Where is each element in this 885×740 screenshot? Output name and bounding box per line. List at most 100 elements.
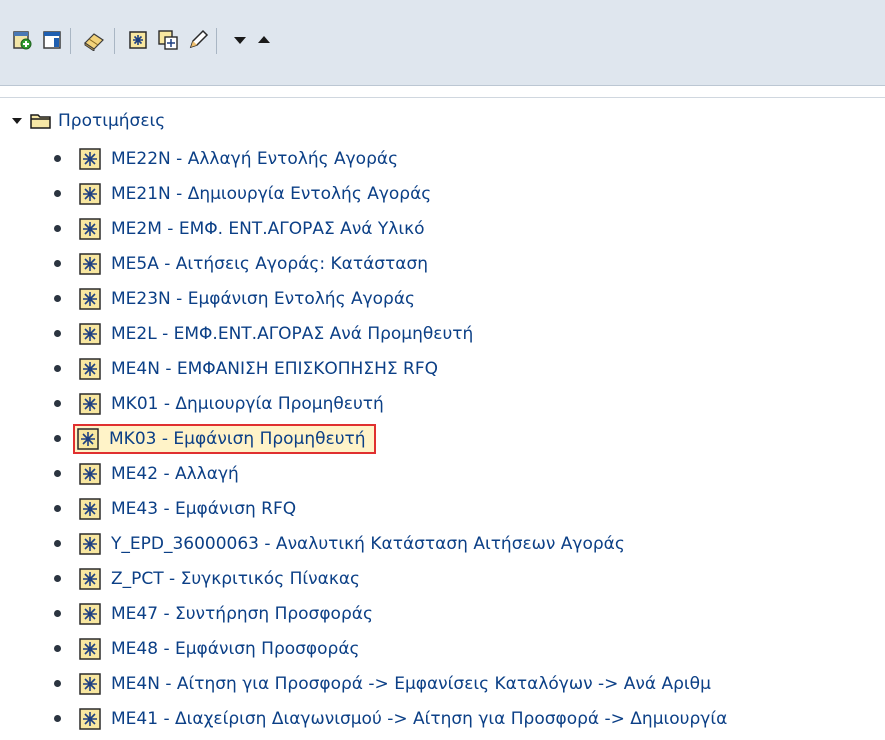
bullet-icon xyxy=(54,365,61,372)
item-content[interactable]: ME22N - Αλλαγή Εντολής Αγοράς xyxy=(79,147,398,171)
item-content[interactable]: ME47 - Συντήρηση Προσφοράς xyxy=(79,602,373,626)
tree-item-label[interactable]: ME4N - ΕΜΦΑΝΙΣΗ ΕΠΙΣΚΟΠΗΣΗΣ RFQ xyxy=(111,357,438,381)
item-content[interactable]: ME4N - Αίτηση για Προσφορά -> Εμφανίσεις… xyxy=(79,672,711,696)
move-down-icon[interactable] xyxy=(228,28,252,52)
item-content[interactable]: Y_EPD_36000063 - Αναλυτική Κατάσταση Αιτ… xyxy=(79,532,625,556)
item-content[interactable]: Z_PCT - Συγκριτικός Πίνακας xyxy=(79,567,360,591)
tree-item-label[interactable]: ME21N - Δημιουργία Εντολής Αγοράς xyxy=(111,182,431,206)
transaction-icon xyxy=(79,357,101,380)
bullet-icon xyxy=(54,680,61,687)
transaction-icon xyxy=(79,637,101,660)
tree-item[interactable]: ME4N - ΕΜΦΑΝΙΣΗ ΕΠΙΣΚΟΠΗΣΗΣ RFQ xyxy=(54,351,727,386)
item-content[interactable]: ME2M - ΕΜΦ. ΕΝΤ.ΑΓΟΡΑΣ Ανά Υλικό xyxy=(79,217,425,241)
toolbar-spacer xyxy=(0,86,885,98)
item-content[interactable]: ME21N - Δημιουργία Εντολής Αγοράς xyxy=(79,182,431,206)
tree-item-label[interactable]: ME23N - Εμφάνιση Εντολής Αγοράς xyxy=(111,287,415,311)
tree-item-label[interactable]: MK01 - Δημιουργία Προμηθευτή xyxy=(111,392,384,416)
edit-icon[interactable] xyxy=(186,28,210,52)
tree-item-label[interactable]: ME2L - ΕΜΦ.ΕΝΤ.ΑΓΟΡΑΣ Ανά Προμηθευτή xyxy=(111,322,473,346)
bullet-icon xyxy=(54,260,61,267)
tree-item-label[interactable]: ME22N - Αλλαγή Εντολής Αγοράς xyxy=(111,147,398,171)
tree-item[interactable]: ME2M - ΕΜΦ. ΕΝΤ.ΑΓΟΡΑΣ Ανά Υλικό xyxy=(54,211,727,246)
tree-root-favorites[interactable]: Προτιμήσεις xyxy=(10,109,165,133)
tree-item-label[interactable]: ME48 - Εμφάνιση Προσφοράς xyxy=(111,637,360,661)
tree-item[interactable]: ME22N - Αλλαγή Εντολής Αγοράς xyxy=(54,141,727,176)
expanded-caret-icon[interactable] xyxy=(10,114,24,128)
item-content[interactable]: ME23N - Εμφάνιση Εντολής Αγοράς xyxy=(79,287,415,311)
transaction-icon xyxy=(79,462,101,485)
tree-item[interactable]: ME23N - Εμφάνιση Εντολής Αγοράς xyxy=(54,281,727,316)
transaction-icon xyxy=(79,532,101,555)
tree-item[interactable]: Y_EPD_36000063 - Αναλυτική Κατάσταση Αιτ… xyxy=(54,526,727,561)
bullet-icon xyxy=(54,435,61,442)
transaction-icon xyxy=(79,252,101,275)
bullet-icon xyxy=(54,155,61,162)
tree-root-label: Προτιμήσεις xyxy=(58,111,166,131)
item-content[interactable]: ME4N - ΕΜΦΑΝΙΣΗ ΕΠΙΣΚΟΠΗΣΗΣ RFQ xyxy=(79,357,438,381)
tree-item[interactable]: ME42 - Αλλαγή xyxy=(54,456,727,491)
transaction-icon xyxy=(77,427,99,450)
item-content[interactable]: ME41 - Διαχείριση Διαγωνισμού -> Αίτηση … xyxy=(79,707,727,731)
item-content[interactable]: ME42 - Αλλαγή xyxy=(79,462,239,486)
tree-item[interactable]: Z_PCT - Συγκριτικός Πίνακας xyxy=(54,561,727,596)
tree-item[interactable]: MK01 - Δημιουργία Προμηθευτή xyxy=(54,386,727,421)
bullet-icon xyxy=(54,610,61,617)
tree-item-label[interactable]: ME2M - ΕΜΦ. ΕΝΤ.ΑΓΟΡΑΣ Ανά Υλικό xyxy=(111,217,425,241)
tree-item[interactable]: ME47 - Συντήρηση Προσφοράς xyxy=(54,596,727,631)
tree-item[interactable]: ME21N - Δημιουργία Εντολής Αγοράς xyxy=(54,176,727,211)
transaction-icon xyxy=(79,497,101,520)
bullet-icon xyxy=(54,645,61,652)
bullet-icon xyxy=(54,540,61,547)
tree-item[interactable]: ME48 - Εμφάνιση Προσφοράς xyxy=(54,631,727,666)
bullet-icon xyxy=(54,295,61,302)
tree-item-label[interactable]: Z_PCT - Συγκριτικός Πίνακας xyxy=(111,567,360,591)
tree-item[interactable]: ME2L - ΕΜΦ.ΕΝΤ.ΑΓΟΡΑΣ Ανά Προμηθευτή xyxy=(54,316,727,351)
transaction-icon xyxy=(79,182,101,205)
transaction-icon xyxy=(79,392,101,415)
open-folder-icon xyxy=(30,112,52,130)
item-content[interactable]: ME48 - Εμφάνιση Προσφοράς xyxy=(79,637,360,661)
copy-favorite-icon[interactable] xyxy=(156,28,180,52)
tree-item-label[interactable]: ME42 - Αλλαγή xyxy=(111,462,239,486)
transaction-icon xyxy=(79,602,101,625)
bullet-icon xyxy=(54,575,61,582)
move-favorite-icon[interactable] xyxy=(126,28,150,52)
delete-favorite-icon[interactable] xyxy=(82,28,106,52)
tree-item-label[interactable]: ME47 - Συντήρηση Προσφοράς xyxy=(111,602,373,626)
transaction-icon xyxy=(79,217,101,240)
add-favorite-icon[interactable] xyxy=(10,28,34,52)
move-up-icon[interactable] xyxy=(252,28,276,52)
toolbar-separator xyxy=(114,28,115,54)
application-toolbar xyxy=(0,0,885,86)
item-content[interactable]: ME2L - ΕΜΦ.ΕΝΤ.ΑΓΟΡΑΣ Ανά Προμηθευτή xyxy=(79,322,473,346)
tree-item[interactable]: ME5A - Αιτήσεις Αγοράς: Κατάσταση xyxy=(54,246,727,281)
favorites-list: ME22N - Αλλαγή Εντολής Αγοράς ME21N - Δημ… xyxy=(54,141,727,736)
tree-item[interactable]: ME4N - Αίτηση για Προσφορά -> Εμφανίσεις… xyxy=(54,666,727,701)
transaction-icon xyxy=(79,707,101,730)
tree-item-label[interactable]: ME4N - Αίτηση για Προσφορά -> Εμφανίσεις… xyxy=(111,672,711,696)
bullet-icon xyxy=(54,225,61,232)
transaction-icon xyxy=(79,672,101,695)
selected-item-highlight[interactable]: MK03 - Εμφάνιση Προμηθευτή xyxy=(73,423,376,454)
tree-item-label[interactable]: ME43 - Εμφάνιση RFQ xyxy=(111,497,296,521)
bullet-icon xyxy=(54,400,61,407)
transaction-icon xyxy=(79,567,101,590)
tree-item-label[interactable]: Y_EPD_36000063 - Αναλυτική Κατάσταση Αιτ… xyxy=(111,532,625,556)
tree-item-label[interactable]: ME41 - Διαχείριση Διαγωνισμού -> Αίτηση … xyxy=(111,707,727,731)
bullet-icon xyxy=(54,190,61,197)
tree-item-label[interactable]: ME5A - Αιτήσεις Αγοράς: Κατάσταση xyxy=(111,252,428,276)
bullet-icon xyxy=(54,330,61,337)
item-content[interactable]: ME43 - Εμφάνιση RFQ xyxy=(79,497,296,521)
change-favorite-icon[interactable] xyxy=(40,28,64,52)
item-content[interactable]: ME5A - Αιτήσεις Αγοράς: Κατάσταση xyxy=(79,252,428,276)
tree-item[interactable]: ME43 - Εμφάνιση RFQ xyxy=(54,491,727,526)
toolbar-separator xyxy=(70,28,71,54)
tree-item[interactable]: ME41 - Διαχείριση Διαγωνισμού -> Αίτηση … xyxy=(54,701,727,736)
transaction-icon xyxy=(79,322,101,345)
tree-item-label[interactable]: MK03 - Εμφάνιση Προμηθευτή xyxy=(109,427,366,451)
favorites-tree: Προτιμήσεις ME22N - Αλλαγή Εντολής Αγορά… xyxy=(0,99,885,740)
item-content[interactable]: MK01 - Δημιουργία Προμηθευτή xyxy=(79,392,384,416)
transaction-icon xyxy=(79,147,101,170)
bullet-icon xyxy=(54,715,61,722)
tree-item[interactable]: MK03 - Εμφάνιση Προμηθευτή xyxy=(54,421,727,456)
